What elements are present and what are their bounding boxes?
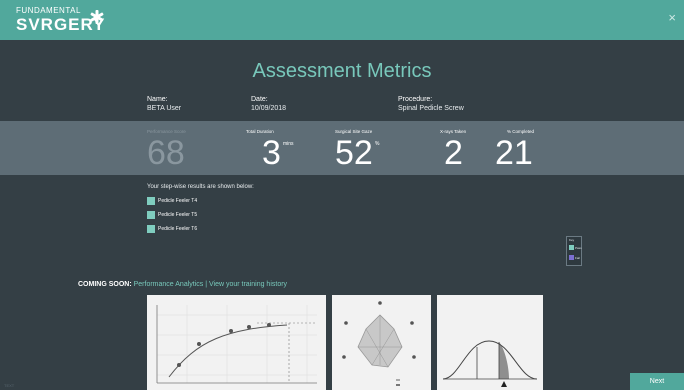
step-label: Pedicle Feeler T5: [158, 211, 198, 218]
logo-star-icon: [90, 10, 104, 24]
date-value: 10/09/2018: [251, 105, 287, 112]
steps-intro: Your step-wise results are shown below:: [147, 184, 254, 190]
meta-date: Date: 10/09/2018: [251, 95, 286, 113]
page-title: Assessment Metrics: [252, 60, 432, 82]
learning-curve-preview: [147, 295, 326, 390]
step-item[interactable]: Pedicle Feeler T6: [147, 224, 197, 233]
date-label: Date:: [251, 96, 268, 103]
legend-key: Key Pass Fail: [566, 236, 582, 266]
top-bar: FUNDAMENTAL SVRGERY ×: [0, 0, 684, 40]
key-fail-label: Fail: [575, 255, 580, 260]
pass-swatch: [147, 210, 155, 219]
coming-soon-text[interactable]: Performance Analytics | View your traini…: [134, 281, 287, 288]
pass-swatch: [147, 224, 155, 233]
key-pass-label: Pass: [575, 245, 582, 250]
procedure-label: Procedure:: [398, 96, 433, 103]
metric-value: 21: [495, 134, 533, 172]
learning-curve-chart-icon: [156, 305, 317, 384]
bell-curve-chart-icon: [442, 340, 538, 387]
metric-value: 2: [444, 134, 463, 172]
radar-preview: [332, 295, 431, 390]
procedure-value: Spinal Pedicle Screw: [398, 105, 464, 112]
metric-value: 3: [262, 134, 281, 172]
bell-curve-preview: [437, 295, 543, 390]
step-label: Pedicle Feeler T6: [158, 225, 198, 232]
name-label: Name:: [147, 96, 168, 103]
pass-swatch: [569, 245, 574, 250]
close-icon[interactable]: ×: [668, 10, 676, 25]
step-item[interactable]: Pedicle Feeler T4: [147, 196, 197, 205]
key-fail: Fail: [569, 255, 580, 260]
metric-unit: mins: [283, 141, 294, 147]
step-item[interactable]: Pedicle Feeler T5: [147, 210, 197, 219]
coming-soon-prefix: COMING SOON:: [78, 281, 132, 288]
footer-text: TEXT: [4, 383, 15, 388]
metric-value: 52: [335, 134, 373, 172]
radar-chart-icon: [342, 301, 416, 386]
name-value: BETA User: [147, 105, 182, 112]
next-button[interactable]: Next: [630, 373, 684, 390]
metric-value: 68: [147, 134, 185, 172]
meta-procedure: Procedure: Spinal Pedicle Screw: [398, 95, 464, 113]
key-pass: Pass: [569, 245, 582, 250]
metric-unit: %: [375, 141, 380, 147]
logo: FUNDAMENTAL SVRGERY: [16, 6, 106, 34]
key-title: Key: [569, 238, 575, 242]
coming-soon: COMING SOON: Performance Analytics | Vie…: [78, 281, 287, 288]
step-label: Pedicle Feeler T4: [158, 197, 198, 204]
metrics-band: Performance Score 68 Total Duration 3 mi…: [0, 121, 684, 175]
fail-swatch: [569, 255, 574, 260]
pass-swatch: [147, 196, 155, 205]
meta-name: Name: BETA User: [147, 95, 181, 113]
